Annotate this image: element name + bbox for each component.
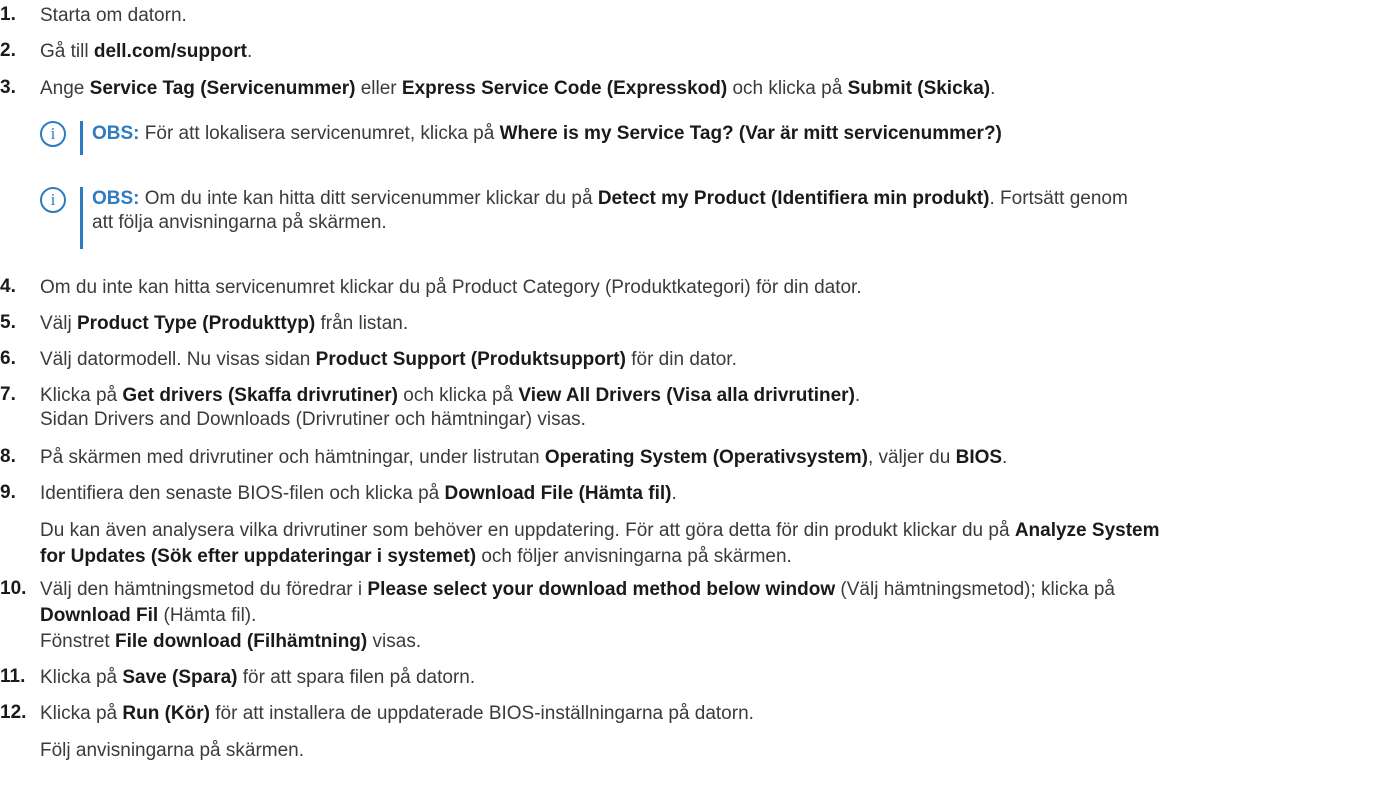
bold-text: Detect my Product (Identifiera min produ…: [597, 188, 990, 209]
text: eller: [355, 78, 402, 99]
text: På skärmen med drivrutiner och hämtninga…: [40, 447, 545, 468]
text: Om du inte kan hitta servicenumret klick…: [40, 277, 862, 298]
text: Klicka på: [40, 385, 123, 406]
bold-text: Download Fil: [40, 605, 159, 626]
text: för att spara filen på datorn.: [237, 667, 476, 688]
bold-text: Service Tag (Servicenummer): [89, 78, 356, 99]
info-icon: i: [40, 121, 66, 147]
step-text: Välj datormodell. Nu visas sidan Product…: [40, 348, 737, 372]
text: Starta om datorn.: [40, 5, 187, 26]
text: för att installera de uppdaterade BIOS-i…: [209, 703, 754, 724]
step-text: Starta om datorn.: [40, 4, 187, 28]
text: .: [246, 41, 253, 62]
step-number: 8.: [0, 446, 16, 467]
step-text: På skärmen med drivrutiner och hämtninga…: [40, 446, 1007, 470]
step-text: Välj den hämtningsmetod du föredrar i Pl…: [40, 578, 1115, 654]
bold-text: Analyze System: [1014, 520, 1160, 541]
bold-text: Product Support (Produktsupport): [315, 349, 626, 370]
text: och följer anvisningarna på skärmen.: [476, 546, 792, 567]
step-text: Klicka på Save (Spara) för att spara fil…: [40, 666, 475, 690]
step-number: 2.: [0, 40, 16, 61]
step-text: Identifiera den senaste BIOS-filen och k…: [40, 482, 1160, 569]
bold-text: View All Drivers (Visa alla drivrutiner): [518, 385, 855, 406]
text: (Välj hämtningsmetod); klicka på: [835, 579, 1115, 600]
step-number: 9.: [0, 482, 16, 503]
step-text: Om du inte kan hitta servicenumret klick…: [40, 276, 862, 300]
step-number: 5.: [0, 312, 16, 333]
text: Identifiera den senaste BIOS-filen och k…: [40, 483, 445, 504]
step-number: 7.: [0, 384, 16, 405]
bold-text: Express Service Code (Expresskod): [401, 78, 728, 99]
text: Ange: [40, 78, 90, 99]
text: Sidan Drivers and Downloads (Drivrutiner…: [40, 409, 586, 430]
text: Du kan även analysera vilka drivrutiner …: [40, 520, 1015, 541]
bold-text: dell.com/support: [93, 41, 247, 62]
note-label: OBS:: [92, 123, 140, 144]
bold-text: Save (Spara): [122, 667, 238, 688]
bold-text: Where is my Service Tag? (Var är mitt se…: [499, 123, 1002, 144]
step-text: Välj Product Type (Produkttyp) från list…: [40, 312, 408, 336]
info-icon: i: [40, 187, 66, 213]
bold-text: Submit (Skicka): [847, 78, 991, 99]
text: Om du inte kan hitta ditt servicenummer …: [139, 188, 598, 209]
text: från listan.: [315, 313, 409, 334]
text: för din dator.: [625, 349, 737, 370]
bold-text: File download (Filhämtning): [114, 631, 368, 652]
text: Fönstret: [40, 631, 115, 652]
text: Välj den hämtningsmetod du föredrar i: [40, 579, 368, 600]
text: och klicka på: [397, 385, 519, 406]
bold-text: Get drivers (Skaffa drivrutiner): [122, 385, 398, 406]
bold-text: Run (Kör): [122, 703, 210, 724]
text: , väljer du: [867, 447, 956, 468]
step-number: 3.: [0, 77, 16, 98]
text: . Fortsätt genom: [989, 188, 1128, 209]
bold-text: Product Type (Produkttyp): [76, 313, 316, 334]
note-bar: [80, 121, 83, 155]
step-number: 10.: [0, 578, 27, 599]
bold-text: BIOS: [955, 447, 1003, 468]
text: och klicka på: [727, 78, 848, 99]
note-text: OBS: För att lokalisera servicenumret, k…: [92, 121, 1002, 147]
text: visas.: [367, 631, 422, 652]
bold-text: for Updates (Sök efter uppdateringar i s…: [40, 546, 477, 567]
text: (Hämta fil).: [158, 605, 257, 626]
note-label: OBS:: [92, 188, 140, 209]
text: Klicka på: [40, 667, 123, 688]
text: .: [1002, 447, 1008, 468]
text: Följ anvisningarna på skärmen.: [40, 740, 305, 761]
step-number: 1.: [0, 4, 16, 25]
step-text: Ange Service Tag (Servicenummer) eller E…: [40, 77, 995, 101]
bold-text: Operating System (Operativsystem): [544, 447, 868, 468]
text: Välj: [40, 313, 77, 334]
text: För att lokalisera servicenumret, klicka…: [139, 123, 500, 144]
text: Klicka på: [40, 703, 123, 724]
step-text: Klicka på Run (Kör) för att installera d…: [40, 702, 754, 763]
bold-text: Download File (Hämta fil): [444, 483, 672, 504]
text: att följa anvisningarna på skärmen.: [92, 212, 387, 233]
step-text: Klicka på Get drivers (Skaffa drivrutine…: [40, 384, 860, 432]
bold-text: Please select your download method below…: [367, 579, 836, 600]
step-number: 12.: [0, 702, 27, 723]
text: .: [990, 78, 996, 99]
text: .: [854, 385, 861, 406]
text: .: [671, 483, 677, 504]
text: Välj datormodell. Nu visas sidan: [40, 349, 316, 370]
text: Gå till: [40, 41, 94, 62]
step-text: Gå till dell.com/support.: [40, 40, 252, 64]
note-text: OBS: Om du inte kan hitta ditt servicenu…: [92, 187, 1128, 235]
step-number: 11.: [0, 666, 26, 687]
step-number: 4.: [0, 276, 16, 297]
step-number: 6.: [0, 348, 16, 369]
note-bar: [80, 187, 83, 249]
